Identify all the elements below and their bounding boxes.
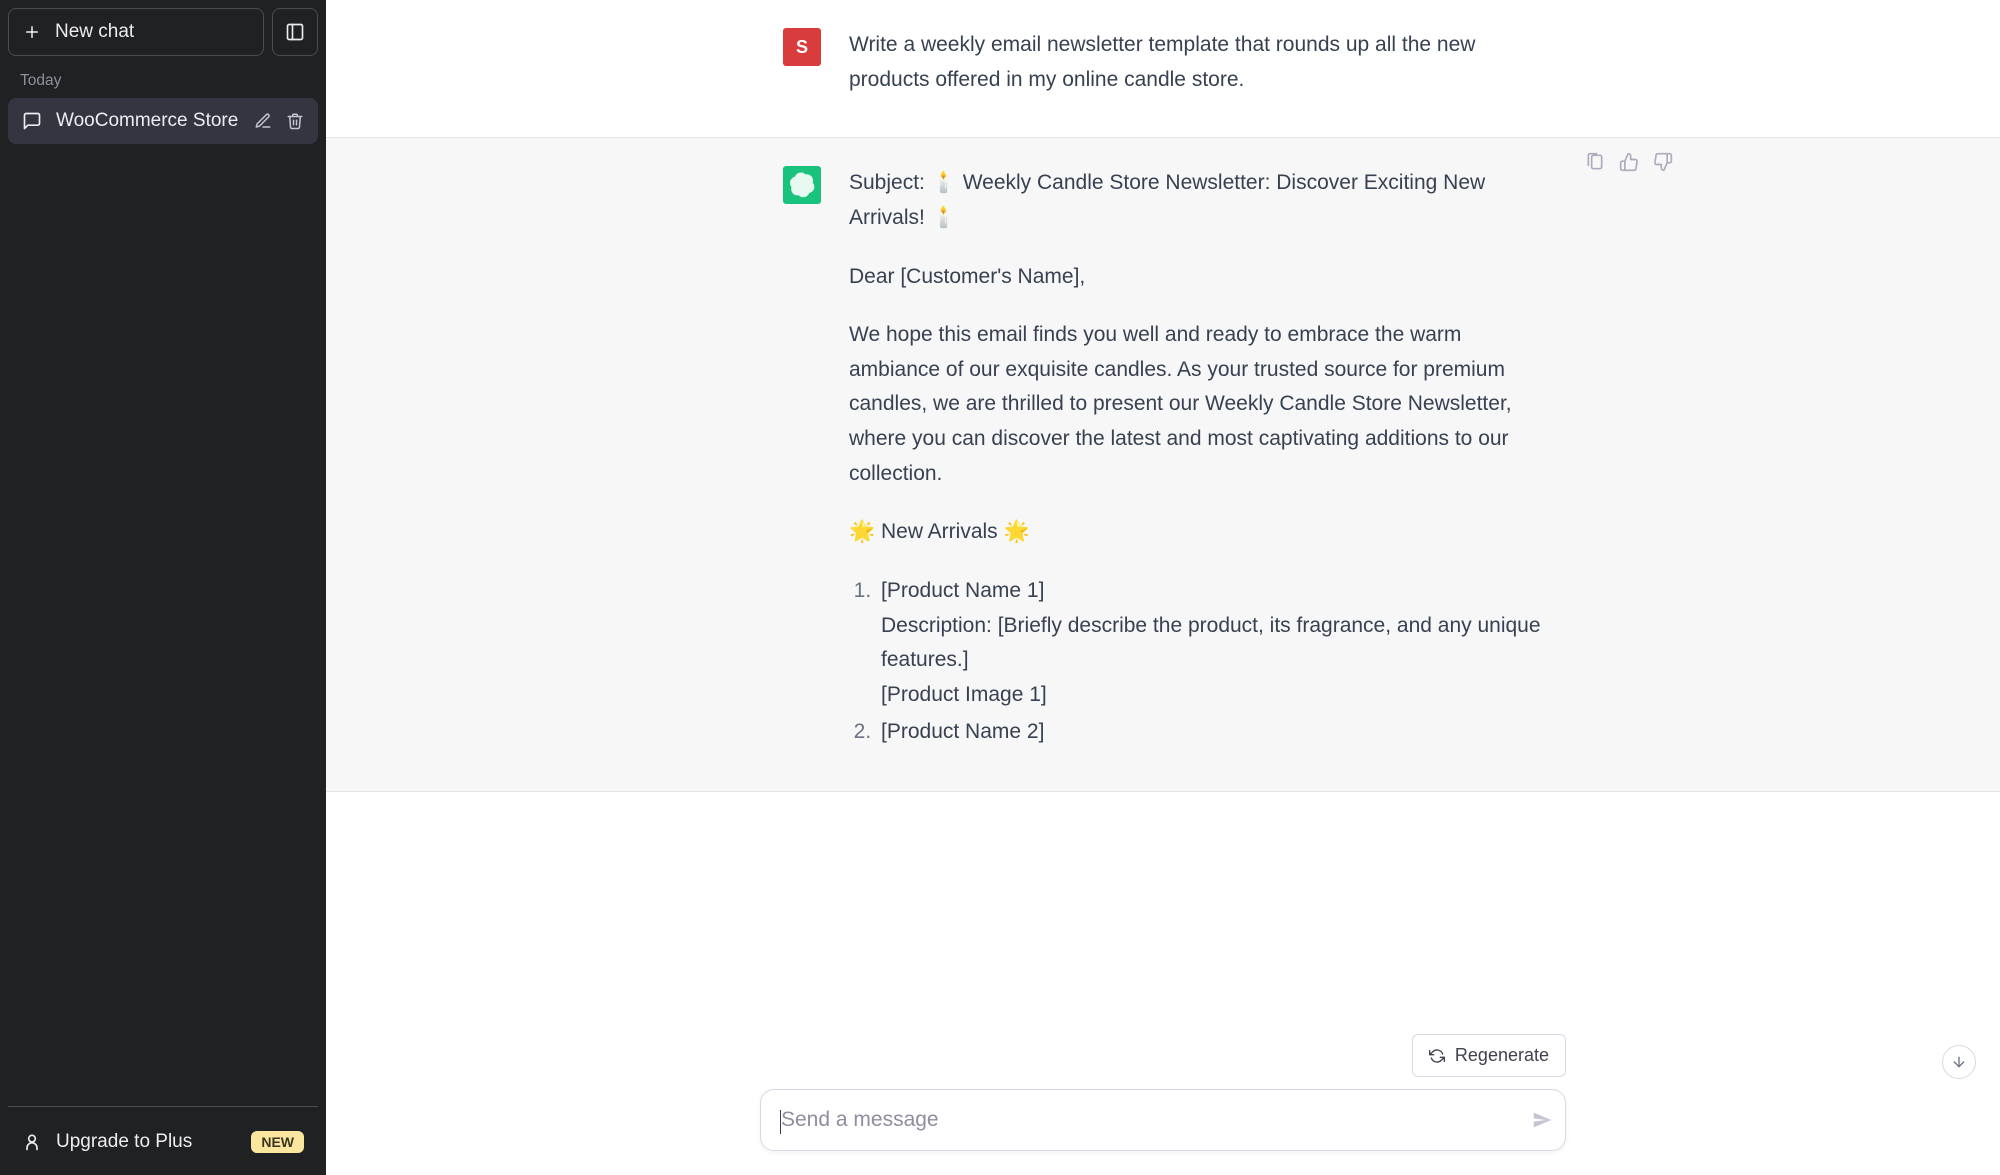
refresh-icon [1429,1048,1445,1064]
user-message-content: Write a weekly email newsletter template… [849,28,1543,97]
conversation-title: WooCommerce Store [56,110,240,132]
product-item-2: [Product Name 2] [877,715,1543,750]
assistant-message-actions [1585,152,1673,172]
thumbs-up-icon[interactable] [1619,152,1639,172]
edit-icon[interactable] [254,112,272,130]
sidebar: New chat Today WooCommerce Store [0,0,326,1175]
message-assistant: Subject: 🕯️ Weekly Candle Store Newslett… [326,137,2000,792]
send-icon [1532,1110,1552,1130]
assistant-arrivals-heading: 🌟 New Arrivals 🌟 [849,515,1543,550]
composer-area: Regenerate Send a message [326,1034,2000,1175]
new-chat-label: New chat [55,21,134,43]
main-area: S Write a weekly email newsletter templa… [326,0,2000,1175]
new-chat-button[interactable]: New chat [8,8,264,56]
conversation-list: WooCommerce Store [8,98,318,1098]
upgrade-to-plus-button[interactable]: Upgrade to Plus NEW [8,1117,318,1167]
assistant-avatar [783,166,821,204]
section-label-today: Today [8,56,318,98]
chat-icon [22,111,42,131]
assistant-product-list: [Product Name 1] Description: [Briefly d… [849,574,1543,749]
message-input[interactable]: Send a message [760,1089,1566,1151]
trash-icon[interactable] [286,112,304,130]
regenerate-button[interactable]: Regenerate [1412,1034,1566,1077]
sidebar-icon [285,22,305,42]
regenerate-label: Regenerate [1455,1045,1549,1066]
collapse-sidebar-button[interactable] [272,8,318,56]
conversation-item[interactable]: WooCommerce Store [8,98,318,144]
product-item-1: [Product Name 1] Description: [Briefly d… [877,574,1543,713]
message-input-placeholder: Send a message [781,1108,939,1132]
message-user: S Write a weekly email newsletter templa… [326,0,2000,137]
thumbs-down-icon[interactable] [1653,152,1673,172]
user-avatar: S [783,28,821,66]
message-list[interactable]: S Write a weekly email newsletter templa… [326,0,2000,1175]
assistant-message-content: Subject: 🕯️ Weekly Candle Store Newslett… [849,166,1543,751]
assistant-subject-line: Subject: 🕯️ Weekly Candle Store Newslett… [849,166,1543,235]
send-button[interactable] [1532,1110,1552,1130]
scroll-to-bottom-button[interactable] [1942,1045,1976,1079]
new-badge: NEW [251,1131,304,1153]
assistant-greeting: Dear [Customer's Name], [849,260,1543,295]
user-icon [22,1132,42,1152]
plus-icon [23,23,41,41]
arrow-down-icon [1951,1054,1967,1070]
assistant-intro: We hope this email finds you well and re… [849,318,1543,491]
upgrade-label: Upgrade to Plus [56,1131,192,1153]
copy-icon[interactable] [1585,152,1605,172]
